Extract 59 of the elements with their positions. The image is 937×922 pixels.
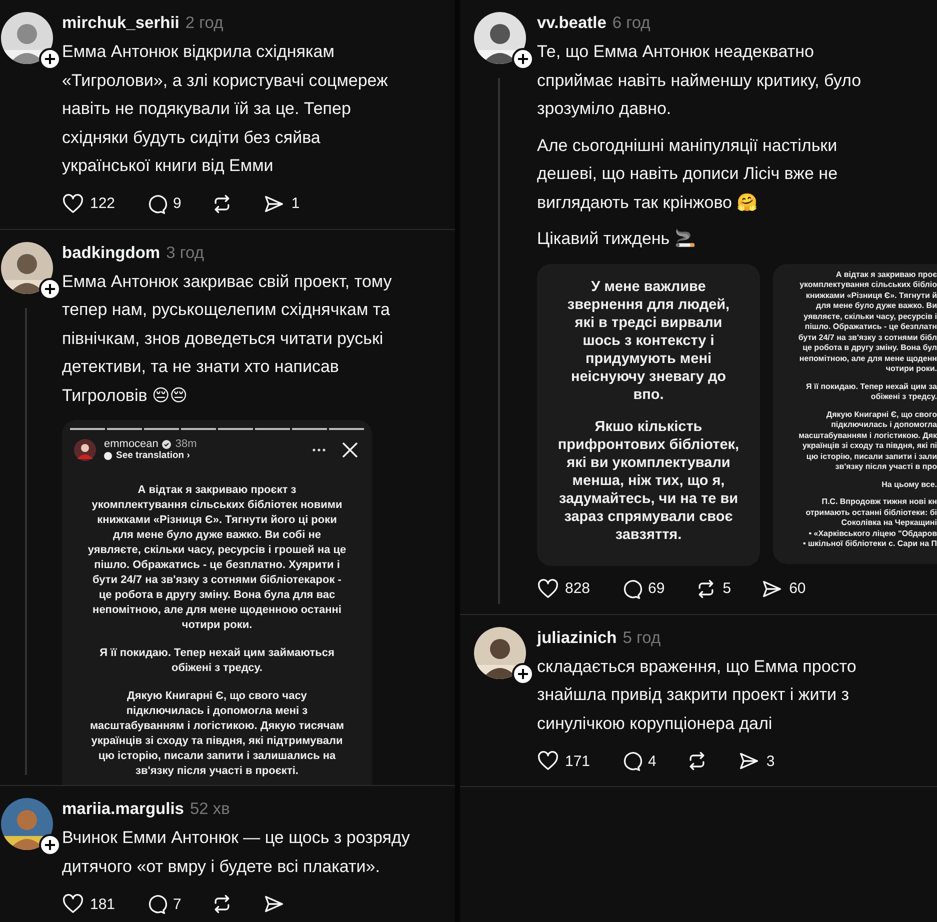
reply-count: 69 (648, 580, 665, 597)
reply-count: 4 (648, 752, 656, 770)
post-text: Вчинок Емми Антонюк — це щось з розряду дитячого «от вмру і будете всі плакати». (62, 827, 411, 878)
send-icon[interactable] (263, 194, 286, 214)
post-time: 5 год (622, 628, 661, 648)
like-count: 181 (90, 896, 116, 912)
heart-icon[interactable] (62, 894, 84, 914)
follow-icon[interactable] (39, 834, 61, 856)
username[interactable]: badkingdom (62, 244, 160, 262)
story-paragraph: Дякую Книгарні Є, що свого часу підключилась і допомогла мені з масштабуванням і логістикою. Дякую тисячам українців зі сходу та півдня, які підтримували цю історію, писали запити і залишались на зв'язку після участі в проєкті. (88, 689, 346, 779)
post-text: Цікавий тиждень 🚬 (537, 228, 696, 250)
share-count: 1 (291, 195, 300, 212)
post-time: 6 год (612, 14, 650, 33)
verified-icon (162, 440, 172, 448)
story-paragraph: А відтак я закриваю проєкт з укомплектування сільських бібліотек новими книжками «Різниця Є». Тягнути його ці роки для мене було дуже важко. Ви собі не уявляєте, скільки часу, ресурсів і грошей на це пішло. Ображатись - це безплатно. Хуярити і бути 24/7 на зв'язку з сотнями бібліотекарок - це робота в другу зміну. Вона була для вас непомітною, але для мене щоденною останні чотири роки. (86, 483, 348, 633)
translation-link[interactable]: See translation › (116, 450, 190, 461)
story-paragraph: Я її покидаю. Тепер нехай цим за обіжені з тредсу. (805, 382, 937, 402)
story-paragraph: Дякую Книгарні Є, що свого підключилась і допомогла масштабуванням і логістикою. Дяк українців зі сходу та півдня, які пі цю історію, писали запити і зали зв'язку після участі в про (798, 410, 937, 472)
story-paragraph: У мене важливе звернення для людей, які в тредсі вирвали шось з контексту і придумують мені неіснуючу зневагу до впо. (566, 278, 731, 404)
like-count: 828 (565, 580, 590, 597)
close-icon[interactable] (342, 442, 358, 458)
post-text: складається враження, що Емма просто знайшла привід закрити проект і жити з синулічкою корупціонера далі (537, 656, 858, 734)
post-text: Емма Антонюк закриває свій проект, тому тепер нам, руськощелепим східнячкам та північкам, знов доведеться читати руські детективи, та не знати хто написав Тигроловів 😔😔 (62, 270, 393, 406)
follow-icon[interactable] (39, 278, 61, 300)
heart-icon[interactable] (537, 751, 559, 771)
story-paragraph: На цьому все. (880, 480, 937, 490)
post-text: Але сьогоднішні маніпуляції настільки дешеві, що навіть дописи Лісіч вже не виглядають так крінжово 🤗 (537, 134, 839, 214)
post-time: 52 хв (190, 800, 230, 819)
repost-count: 5 (722, 580, 732, 597)
like-count: 171 (565, 752, 590, 770)
post-text: Емма Антонюк відкрила східнякам «Тигролови», а злі користувачі соцмереж навіть не подякували їй за це. Тепер східняки будуть сидіти без сяйва української книги від Емми (62, 41, 389, 177)
post-time: 2 год (185, 14, 224, 33)
send-icon[interactable] (263, 894, 286, 914)
username[interactable]: mirchuk_serhii (62, 14, 180, 33)
heart-icon[interactable] (62, 194, 84, 214)
more-icon[interactable] (312, 448, 326, 452)
follow-icon[interactable] (512, 662, 534, 684)
username[interactable]: mariia.margulis (62, 800, 184, 819)
reply-count: 9 (173, 195, 182, 212)
follow-icon[interactable] (39, 48, 61, 70)
story-paragraph: П.С. Впродовж тижня нові кн отримають останні бібліотеки: бі Соколівка на Черкащині • «Харківського ліцею "Обдаров • шкільної бібліотеки с. Сари на П (802, 497, 937, 550)
share-count: 60 (789, 580, 806, 597)
send-icon[interactable] (761, 578, 784, 598)
username[interactable]: juliazinich (537, 628, 617, 648)
share-count: 3 (766, 752, 775, 770)
speech-bubble-icon (104, 452, 112, 460)
story-time: 38m (175, 438, 197, 450)
story-paragraph: Якшо кількість прифронтових бібліотек, які ви укомплектували менша, ніж тих, що я, задумайтесь, чи на те ви зараз спрямували своє завзяття. (556, 418, 740, 544)
post-text: Те, що Емма Антонюк неадекватно сприймає навіть найменшу критику, було зрозуміло давно. (537, 41, 862, 120)
like-count: 122 (90, 195, 116, 212)
post-time: 3 год (166, 244, 204, 262)
reply-count: 7 (173, 896, 182, 912)
username[interactable]: vv.beatle (537, 14, 606, 33)
story-account-name: emmocean (104, 438, 158, 450)
story-paragraph: Я її покидаю. Тепер нехай цим займаються обіжені з тредсу. (98, 646, 336, 676)
follow-icon[interactable] (512, 48, 534, 70)
heart-icon[interactable] (537, 578, 559, 598)
story-paragraph: А відтак я закриваю проє укомплектування сільських бібліо книжками «Різниця Є». Тягнути й для мене було дуже важко. Ви уявляєте, скільки часу, ресурсів і пішло. Ображатись - це безплатн бути 24/7 на зв'язку з сотнями бібл це робота в другу зміну. Вона бул непомітною, але для мене щоденн чотири роки. (797, 270, 937, 374)
send-icon[interactable] (738, 751, 760, 771)
